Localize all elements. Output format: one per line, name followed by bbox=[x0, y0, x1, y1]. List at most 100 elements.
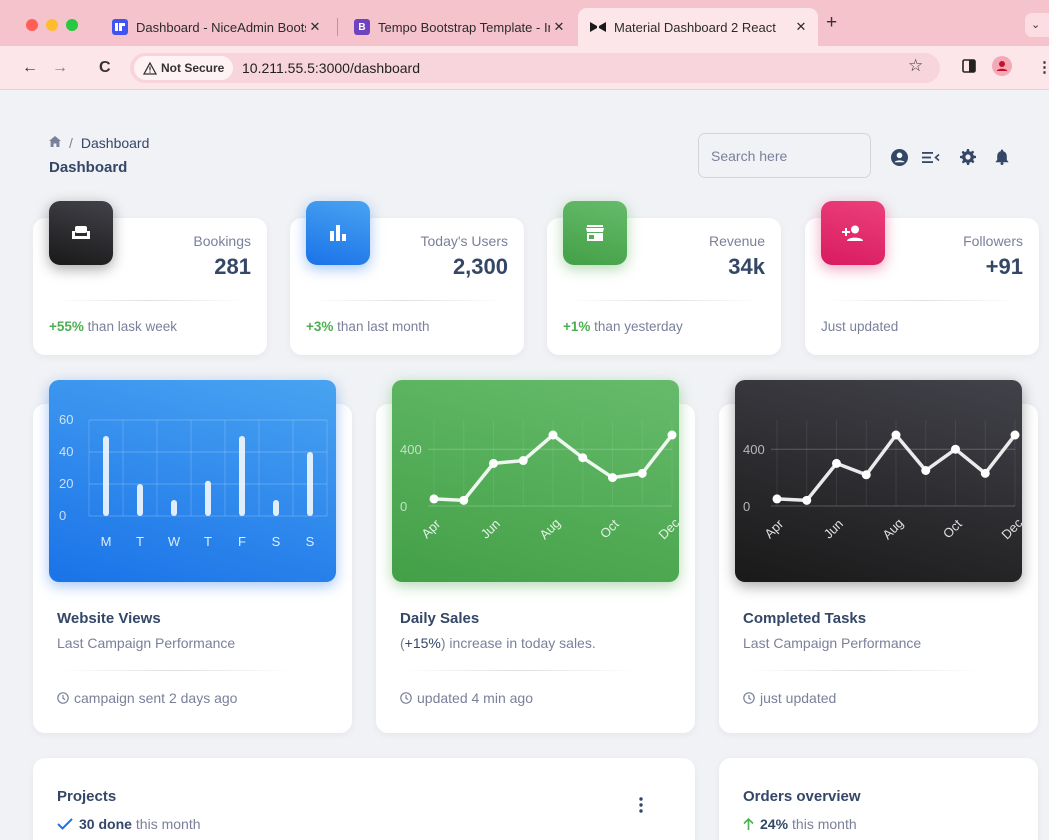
breadcrumb-separator: / bbox=[69, 135, 73, 151]
window-minimize-button[interactable] bbox=[46, 19, 58, 31]
y-tick-label: 40 bbox=[59, 444, 73, 459]
bar bbox=[137, 484, 143, 516]
x-tick-label: Aug bbox=[536, 515, 563, 542]
tab-title: Dashboard - NiceAdmin Bootstrap Template bbox=[136, 19, 306, 35]
browser-menu-kebab-icon[interactable]: ⋮ bbox=[1037, 59, 1049, 77]
browser-tab-tempo[interactable]: B Tempo Bootstrap Template - Index ✕ bbox=[342, 8, 576, 46]
data-point bbox=[429, 494, 439, 504]
x-tick-label: Jun bbox=[821, 516, 846, 541]
more-vert-icon[interactable] bbox=[639, 797, 643, 818]
security-label: Not Secure bbox=[161, 61, 225, 75]
chart-subtitle-text: Last Campaign Performance bbox=[743, 635, 922, 651]
bar bbox=[171, 500, 177, 516]
tab-search-chevron-icon[interactable]: ⌄ bbox=[1025, 13, 1049, 37]
divider bbox=[743, 670, 982, 671]
data-point bbox=[548, 430, 558, 440]
stat-footer: +1% than yesterday bbox=[563, 319, 683, 334]
store-icon bbox=[563, 201, 627, 265]
stat-card-revenue: Revenue 34k +1% than yesterday bbox=[547, 201, 781, 355]
orders-overview-card: Orders overview 24% this month bbox=[719, 758, 1038, 840]
chart-card-website-views: 0 20 40 60 M T W T F S S Website Views Last Campai… bbox=[33, 380, 352, 733]
back-arrow-icon[interactable]: ← bbox=[22, 58, 38, 78]
website-views-chart: 0 20 40 60 M T W T F S S bbox=[49, 380, 336, 582]
data-point bbox=[667, 430, 677, 440]
x-tick-label: Apr bbox=[761, 516, 786, 541]
reload-icon[interactable]: C bbox=[99, 58, 111, 78]
address-bar[interactable]: Not Secure 10.211.55.5:3000/dashboard bbox=[130, 53, 940, 83]
chart-card-completed-tasks: 0 400 Apr Jun Aug Oct Dec Completed Tasks Last… bbox=[719, 380, 1038, 733]
x-tick-label: Jun bbox=[478, 516, 503, 541]
stat-footer: Just updated bbox=[821, 319, 898, 334]
stat-value: 34k bbox=[728, 254, 765, 279]
menu-open-icon[interactable] bbox=[921, 147, 941, 167]
forward-arrow-icon[interactable]: → bbox=[52, 58, 68, 78]
data-point bbox=[861, 470, 871, 480]
data-point bbox=[1010, 430, 1020, 440]
browser-tab-material-dashboard[interactable]: Material Dashboard 2 React ✕ bbox=[578, 8, 818, 46]
stat-value: +91 bbox=[985, 254, 1023, 279]
page-title: Dashboard bbox=[49, 159, 128, 176]
chart-title: Completed Tasks bbox=[743, 610, 867, 627]
data-point bbox=[832, 458, 841, 468]
data-point bbox=[518, 456, 528, 466]
x-tick-label: Aug bbox=[879, 515, 906, 542]
chart-footer: updated 4 min ago bbox=[400, 690, 533, 706]
divider bbox=[400, 670, 639, 671]
account-circle-icon[interactable] bbox=[889, 147, 909, 167]
bootstrap-b-icon: B bbox=[354, 19, 370, 35]
data-point bbox=[802, 495, 812, 505]
bar bbox=[307, 452, 313, 516]
y-tick-label: 0 bbox=[743, 499, 750, 514]
bookmark-star-icon[interactable]: ☆ bbox=[908, 57, 923, 75]
stat-change: +1% bbox=[563, 319, 591, 334]
chart-footer: just updated bbox=[743, 690, 836, 706]
stat-label: Revenue bbox=[708, 233, 765, 249]
chart-footer: campaign sent 2 days ago bbox=[57, 690, 237, 706]
y-tick-label: 0 bbox=[400, 499, 407, 514]
data-point bbox=[459, 495, 469, 505]
home-icon[interactable] bbox=[49, 136, 61, 150]
x-tick-label: T bbox=[136, 534, 144, 549]
orders-period: this month bbox=[792, 816, 857, 832]
weekend-sofa-icon bbox=[49, 201, 113, 265]
arrow-upward-icon bbox=[743, 818, 754, 830]
completed-tasks-chart: 0 400 Apr Jun Aug Oct Dec bbox=[735, 380, 1022, 582]
tab-close-button[interactable]: ✕ bbox=[792, 19, 810, 35]
orders-summary: 24% this month bbox=[743, 816, 857, 832]
orders-percent: 24% bbox=[760, 816, 789, 832]
chart-subtitle: Last Campaign Performance bbox=[57, 635, 235, 651]
x-tick-label: S bbox=[272, 534, 281, 549]
new-tab-button[interactable]: + bbox=[826, 13, 837, 32]
notifications-bell-icon[interactable] bbox=[992, 147, 1012, 167]
data-point bbox=[637, 468, 647, 478]
divider bbox=[825, 300, 1019, 301]
browser-toolbar: ← → C Not Secure 10.211.55.5:3000/dashbo… bbox=[0, 46, 1049, 90]
tab-close-button[interactable]: ✕ bbox=[306, 19, 324, 35]
chart-subtitle-bold: +15% bbox=[404, 635, 441, 651]
chart-subtitle-text: Last Campaign Performance bbox=[57, 635, 236, 651]
profile-avatar-icon[interactable] bbox=[992, 56, 1012, 81]
line-chart: 0 400 Apr Jun Aug Oct Dec bbox=[400, 420, 679, 542]
y-tick-label: 60 bbox=[59, 412, 73, 427]
chart-footer-text: updated 4 min ago bbox=[417, 690, 533, 706]
chart-subtitle: Last Campaign Performance bbox=[743, 635, 921, 651]
tab-close-button[interactable]: ✕ bbox=[550, 19, 568, 35]
security-indicator[interactable]: Not Secure bbox=[134, 56, 234, 80]
window-close-button[interactable] bbox=[26, 19, 38, 31]
settings-gear-icon[interactable] bbox=[958, 147, 978, 167]
projects-title: Projects bbox=[57, 788, 117, 805]
browser-tab-niceadmin[interactable]: Dashboard - NiceAdmin Bootstrap Template… bbox=[100, 8, 332, 46]
x-tick-label: T bbox=[204, 534, 212, 549]
bar bbox=[103, 436, 109, 516]
leaderboard-icon bbox=[306, 201, 370, 265]
y-tick-label: 400 bbox=[743, 442, 765, 457]
search-input[interactable] bbox=[698, 133, 871, 178]
chart-subtitle: (+15%) increase in today sales. bbox=[400, 635, 596, 651]
side-panel-icon[interactable] bbox=[962, 59, 976, 78]
stat-card-followers: Followers +91 Just updated bbox=[805, 201, 1039, 355]
bar bbox=[239, 436, 245, 516]
data-point bbox=[772, 494, 782, 504]
projects-card: Projects 30 done this month bbox=[33, 758, 695, 840]
window-maximize-button[interactable] bbox=[66, 19, 78, 31]
divider bbox=[57, 670, 296, 671]
